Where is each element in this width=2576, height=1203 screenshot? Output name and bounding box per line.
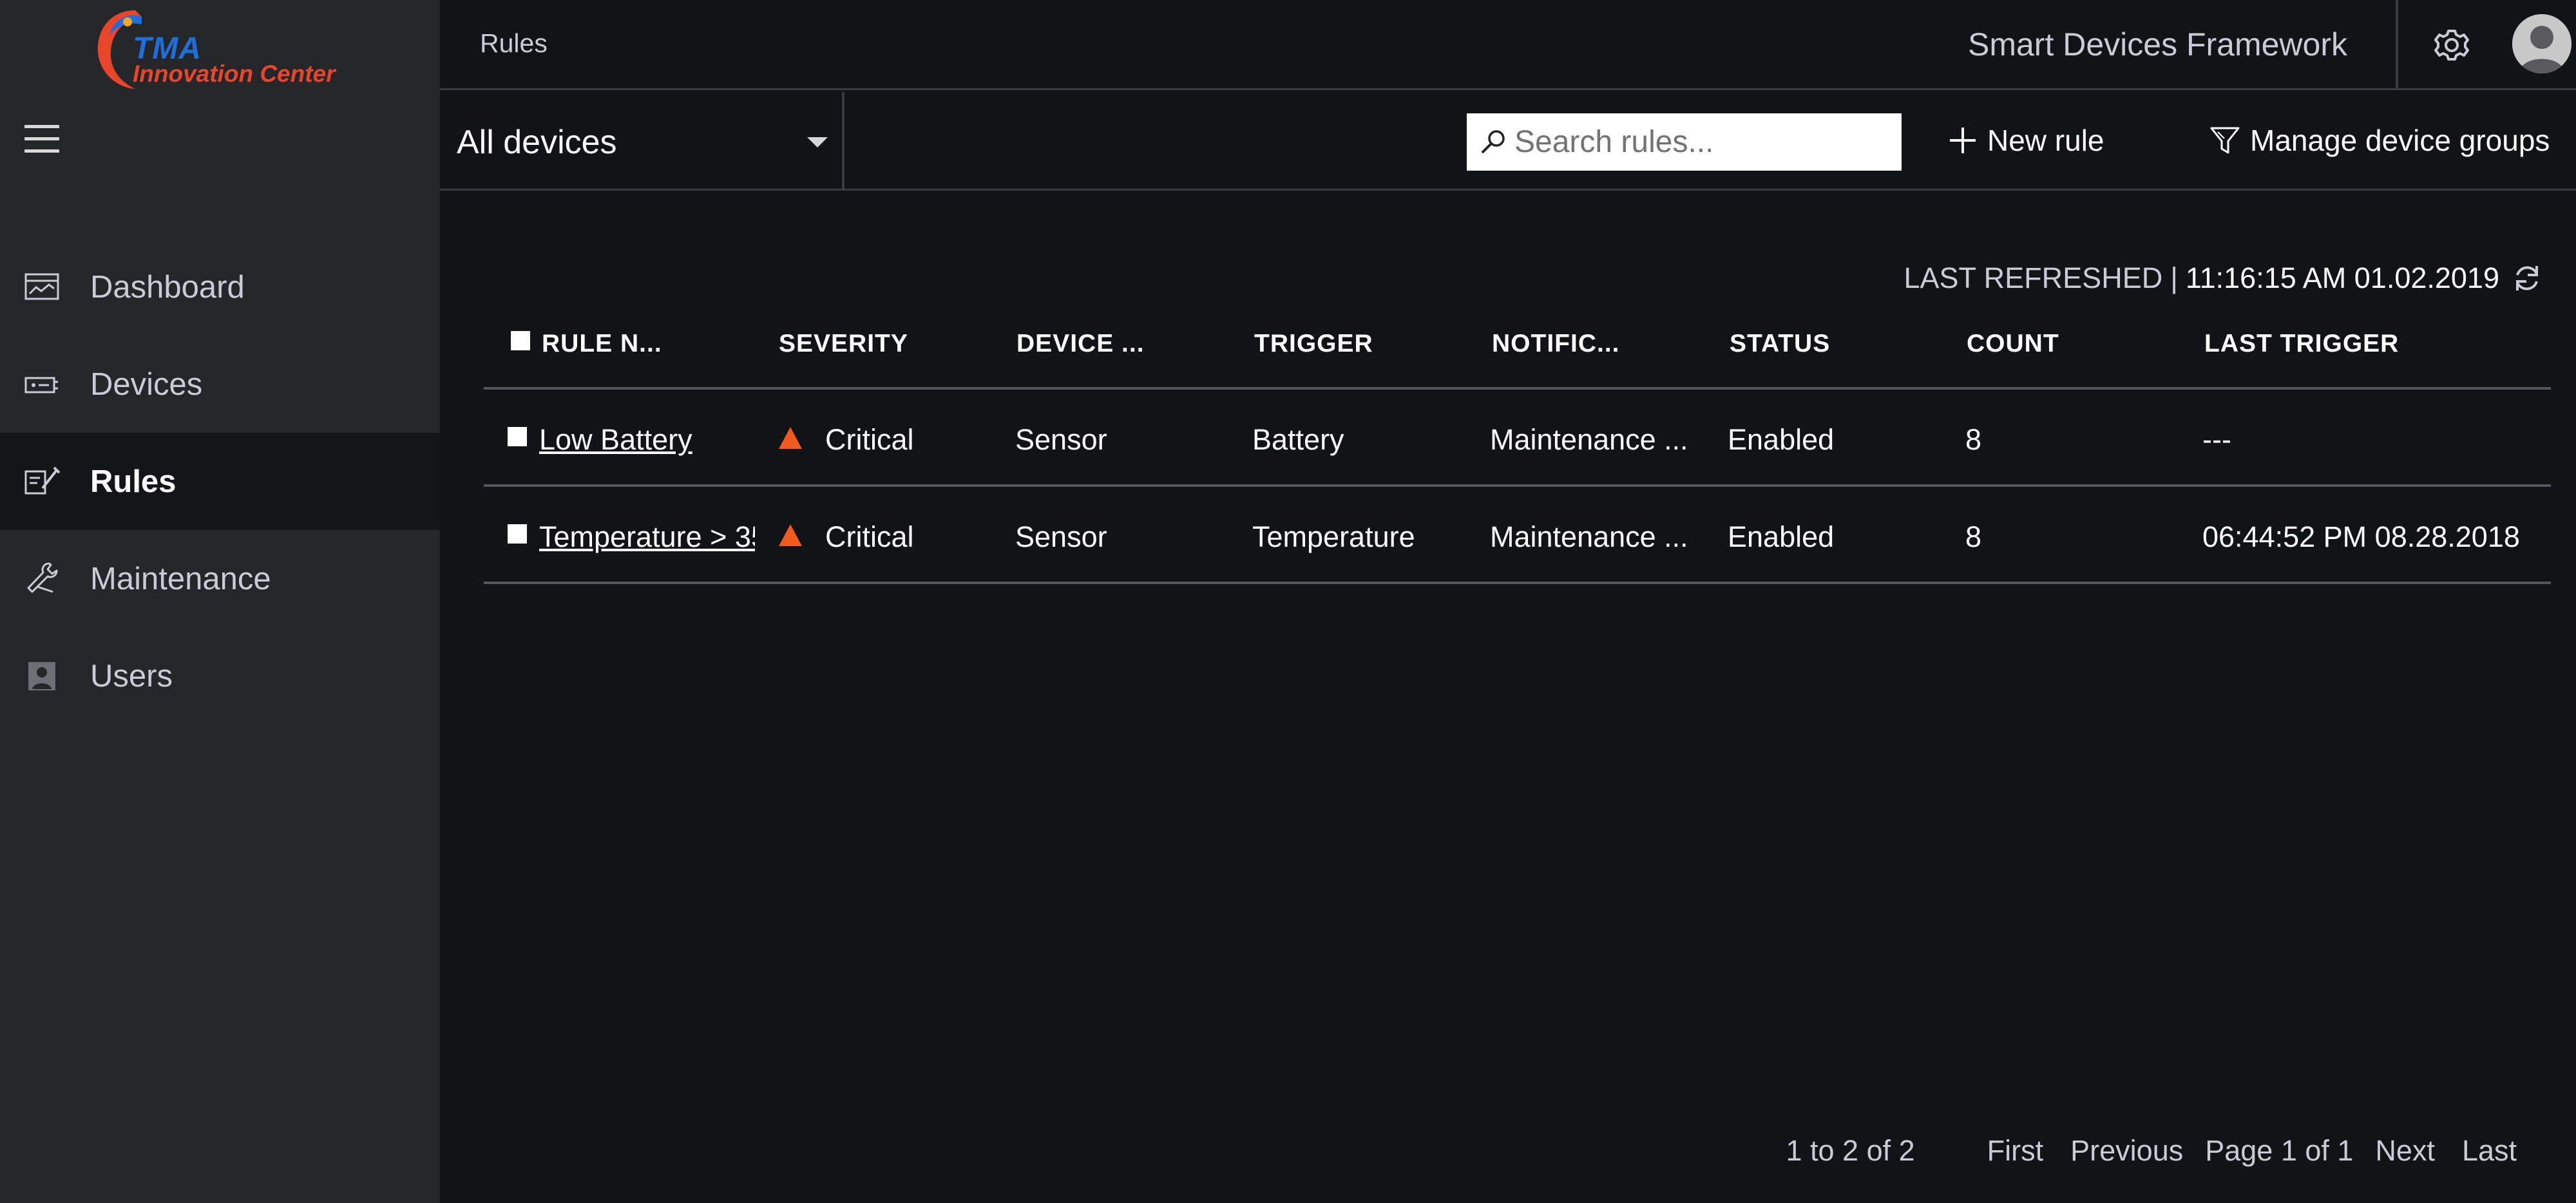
rule-name-link[interactable]: Low Battery: [539, 423, 758, 457]
avatar[interactable]: [2512, 14, 2571, 73]
severity-text: Critical: [825, 520, 914, 553]
sidebar-item-dashboard[interactable]: Dashboard: [0, 238, 440, 336]
sidebar-nav: Dashboard Devices Rules Maintenance User…: [0, 238, 440, 725]
last-trigger-text: 06:44:52 PM 08.28.2018: [2202, 520, 2520, 553]
notification-text: Maintenance ...: [1490, 520, 1688, 553]
device-group-select[interactable]: All devices: [440, 92, 844, 189]
search-icon: [1481, 130, 1505, 154]
sidebar-item-label: Maintenance: [90, 561, 271, 596]
manage-device-groups-button[interactable]: Manage device groups: [2209, 118, 2550, 163]
column-header-rule-name[interactable]: RULE N...: [542, 330, 662, 358]
sidebar-item-rules[interactable]: Rules: [0, 433, 440, 530]
app-title: Smart Devices Framework: [1968, 26, 2347, 62]
maintenance-icon: [27, 562, 58, 593]
rules-icon: [24, 466, 61, 495]
logo: TMA Innovation Center: [90, 5, 348, 95]
select-all-checkbox[interactable]: [511, 331, 530, 350]
warning-icon: [779, 524, 802, 546]
sidebar-item-label: Devices: [90, 366, 203, 402]
count-text: 8: [1965, 520, 1982, 553]
table-row[interactable]: Temperature > 35 Critical Sensor Tempera…: [484, 487, 2551, 584]
previous-page-button[interactable]: Previous: [2070, 1134, 2183, 1168]
next-page-button[interactable]: Next: [2375, 1134, 2435, 1168]
table-header: RULE N... SEVERITY DEVICE ... TRIGGER NO…: [484, 303, 2551, 390]
column-header-count[interactable]: COUNT: [1967, 330, 2059, 358]
sidebar-item-users[interactable]: Users: [0, 627, 440, 725]
plus-icon: [1950, 128, 1976, 153]
rules-table: RULE N... SEVERITY DEVICE ... TRIGGER NO…: [484, 303, 2551, 584]
logo-subtext: Innovation Center: [133, 61, 336, 87]
last-trigger-text: ---: [2202, 423, 2231, 456]
device-group-value: All devices: [457, 124, 617, 161]
page-info: Page 1 of 1: [2205, 1134, 2354, 1167]
first-page-button[interactable]: First: [1987, 1134, 2043, 1168]
user-avatar-icon: [2512, 14, 2571, 73]
status-text: Enabled: [1728, 423, 1835, 456]
new-rule-label: New rule: [1987, 124, 2104, 157]
column-header-last-trigger[interactable]: LAST TRIGGER: [2204, 330, 2399, 358]
last-refreshed-time: 11:16:15 AM 01.02.2019: [2185, 261, 2499, 294]
trigger-text: Battery: [1252, 423, 1344, 456]
column-header-notification[interactable]: NOTIFIC...: [1492, 330, 1620, 358]
users-icon: [28, 662, 55, 690]
notification-text: Maintenance ...: [1490, 423, 1688, 456]
search-box: [1467, 113, 1902, 171]
warning-icon: [779, 427, 802, 449]
refresh-icon[interactable]: [2511, 262, 2543, 294]
pagination: 1 to 2 of 2 First Previous Page 1 of 1 N…: [1786, 1130, 2517, 1171]
app-window: TMA Innovation Center Dashboard Devices …: [0, 0, 2576, 1203]
hamburger-menu-icon[interactable]: [24, 125, 59, 153]
column-header-status[interactable]: STATUS: [1730, 330, 1830, 358]
last-refreshed: LAST REFRESHED | 11:16:15 AM 01.02.2019: [1903, 259, 2543, 298]
gear-icon[interactable]: [2426, 19, 2477, 71]
top-header: Rules Smart Devices Framework: [440, 0, 2576, 90]
sidebar: TMA Innovation Center Dashboard Devices …: [0, 0, 440, 1203]
sidebar-item-label: Users: [90, 658, 173, 694]
trigger-text: Temperature: [1252, 520, 1415, 553]
last-page-button[interactable]: Last: [2462, 1134, 2517, 1168]
last-refreshed-label: LAST REFRESHED: [1903, 261, 2163, 294]
sidebar-item-devices[interactable]: Devices: [0, 336, 440, 433]
device-text: Sensor: [1015, 423, 1107, 456]
status-text: Enabled: [1728, 520, 1835, 553]
severity-text: Critical: [825, 423, 914, 456]
count-text: 8: [1965, 423, 1982, 456]
rule-name-link[interactable]: Temperature > 35: [539, 520, 755, 554]
sidebar-item-label: Dashboard: [90, 269, 245, 305]
table-row[interactable]: Low Battery Critical Sensor Battery Main…: [484, 390, 2551, 487]
filter-icon: [2210, 127, 2240, 154]
devices-icon: [24, 377, 58, 393]
pagination-count: 1 to 2 of 2: [1786, 1134, 1915, 1167]
last-refreshed-separator: |: [2170, 261, 2178, 294]
toolbar: All devices New rule Manage device group…: [440, 92, 2576, 191]
row-checkbox[interactable]: [508, 524, 527, 544]
row-checkbox[interactable]: [508, 427, 527, 446]
header-divider: [2396, 0, 2398, 90]
new-rule-button[interactable]: New rule: [1947, 118, 2104, 163]
sidebar-item-label: Rules: [90, 464, 177, 499]
device-text: Sensor: [1015, 520, 1107, 553]
column-header-device[interactable]: DEVICE ...: [1016, 330, 1145, 358]
column-header-severity[interactable]: SEVERITY: [779, 330, 908, 358]
column-header-trigger[interactable]: TRIGGER: [1254, 330, 1373, 358]
chevron-down-icon: [807, 137, 828, 147]
manage-device-groups-label: Manage device groups: [2250, 124, 2550, 157]
search-input[interactable]: [1513, 120, 1893, 164]
sidebar-item-maintenance[interactable]: Maintenance: [0, 530, 440, 627]
dashboard-icon: [24, 273, 59, 300]
breadcrumb: Rules: [480, 28, 548, 58]
